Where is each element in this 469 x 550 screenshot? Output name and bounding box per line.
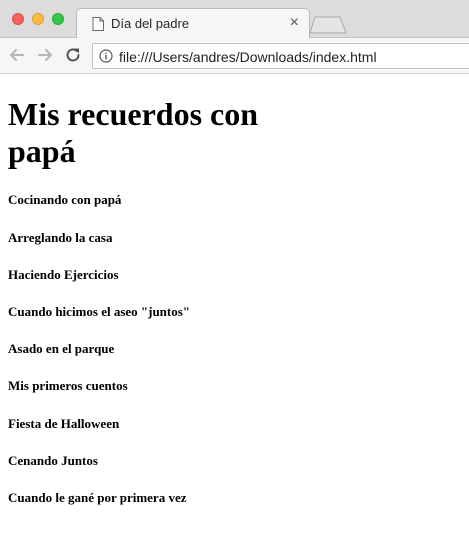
memory-item: Fiesta de Halloween <box>8 416 120 431</box>
memory-item: Cenando Juntos <box>8 453 98 468</box>
memory-item: Cuando hicimos el aseo "juntos" <box>8 304 191 319</box>
window-close-button[interactable] <box>12 13 24 25</box>
url-text: file:///Users/andres/Downloads/index.htm… <box>119 49 377 65</box>
info-icon[interactable] <box>99 49 113 63</box>
page-title: Mis recuerdos con papá <box>8 96 259 169</box>
page-content: Mis recuerdos con papá Cocinando con pap… <box>0 74 469 550</box>
window-maximize-button[interactable] <box>52 13 64 25</box>
tab-title: Día del padre <box>111 16 190 31</box>
memory-item: Arreglando la casa <box>8 230 113 245</box>
new-tab-button[interactable] <box>309 16 347 34</box>
tab-bar: Día del padre × <box>0 0 469 39</box>
forward-arrow-icon[interactable] <box>36 46 54 64</box>
reload-icon[interactable] <box>64 46 82 64</box>
memory-item: Cocinando con papá <box>8 192 122 207</box>
memory-item: Mis primeros cuentos <box>8 378 128 393</box>
address-bar[interactable]: file:///Users/andres/Downloads/index.htm… <box>92 43 469 69</box>
browser-toolbar: file:///Users/andres/Downloads/index.htm… <box>0 38 469 74</box>
window-minimize-button[interactable] <box>32 13 44 25</box>
memory-item: Asado en el parque <box>8 341 115 356</box>
tab-dia-del-padre[interactable]: Día del padre × <box>76 8 310 39</box>
back-arrow-icon[interactable] <box>8 46 26 64</box>
memory-item: Cuando le gané por primera vez <box>8 490 187 505</box>
memory-item: Haciendo Ejercicios <box>8 267 119 282</box>
tab-close-button[interactable]: × <box>290 14 299 32</box>
document-icon <box>92 17 104 31</box>
